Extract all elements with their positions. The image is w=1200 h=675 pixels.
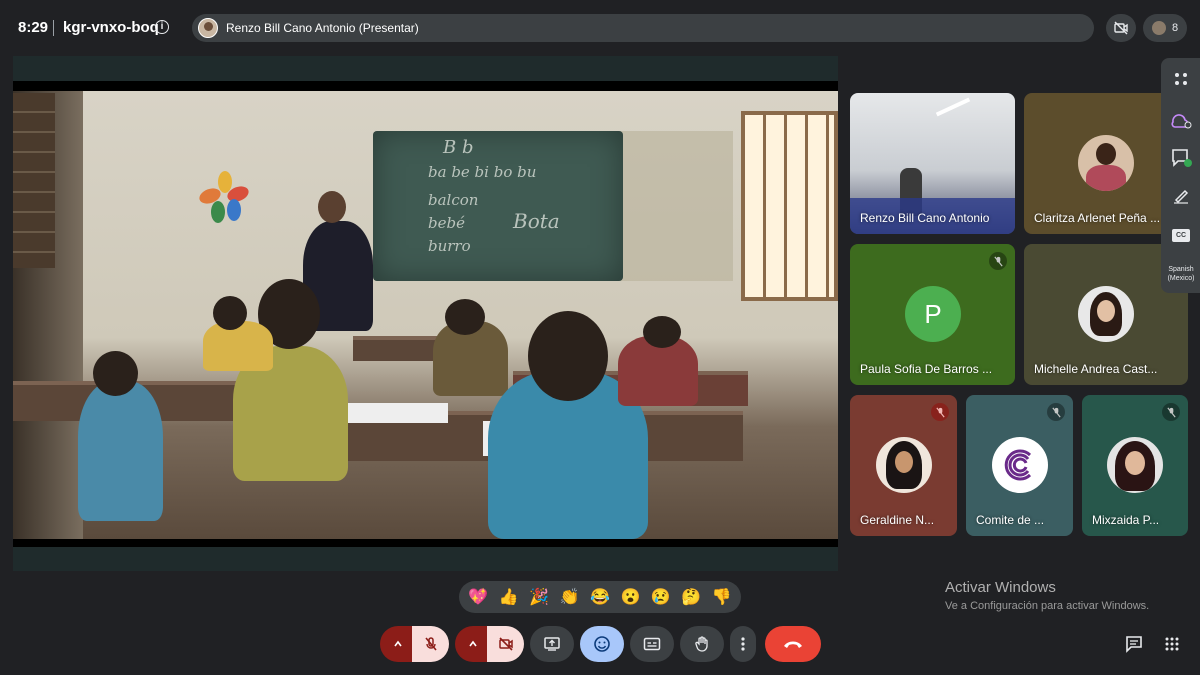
camera-toggle-button[interactable] xyxy=(487,626,524,662)
smiley-icon xyxy=(594,636,610,652)
presenter-label: Renzo Bill Cano Antonio (Presentar) xyxy=(226,21,419,35)
blackboard: B b ba be bi bo bu balcon bebé burro Bot… xyxy=(373,131,623,281)
header-divider xyxy=(53,20,54,36)
hang-up-icon xyxy=(784,641,802,648)
activation-watermark-subtitle: Ve a Configuración para activar Windows. xyxy=(945,600,1150,612)
apps-grid-icon xyxy=(1165,637,1179,651)
pen-icon[interactable] xyxy=(1170,184,1192,206)
participant-avatar xyxy=(1078,286,1134,342)
participant-name: Comite de ... xyxy=(976,513,1045,527)
crying-reaction[interactable]: 😢 xyxy=(648,587,674,607)
thinking-reaction[interactable]: 🤔 xyxy=(678,587,704,607)
more-vert-icon xyxy=(741,637,745,651)
muted-mic-icon xyxy=(989,252,1007,270)
info-icon[interactable]: i xyxy=(155,20,169,34)
raise-hand-button[interactable] xyxy=(680,626,724,662)
thumbs-up-reaction[interactable]: 👍 xyxy=(496,587,522,607)
participant-name: Michelle Andrea Cast... xyxy=(1034,362,1158,376)
mic-toggle-button[interactable] xyxy=(412,626,449,662)
more-options-button[interactable] xyxy=(730,626,756,662)
camera-off-icon xyxy=(1114,21,1128,35)
activation-watermark-title: Activar Windows xyxy=(945,579,1056,596)
logo-icon xyxy=(1004,449,1032,481)
participant-tile[interactable]: Geraldine N... xyxy=(850,395,957,536)
side-panel: CC Spanish (Mexico) xyxy=(1161,58,1200,293)
video-options-button[interactable] xyxy=(455,626,491,662)
participant-avatar: P xyxy=(905,286,961,342)
clock-time: 8:29 xyxy=(18,19,49,36)
leave-call-button[interactable] xyxy=(765,626,821,662)
participant-name: Paula Sofia De Barros ... xyxy=(860,362,993,376)
presenter-avatar xyxy=(198,18,218,38)
chevron-up-icon xyxy=(394,640,402,647)
closed-captions-icon xyxy=(643,637,661,651)
present-screen-button[interactable] xyxy=(530,626,574,662)
participant-name: Claritza Arlenet Peña ... xyxy=(1034,211,1161,225)
weather-icon[interactable] xyxy=(1170,108,1192,130)
camera-off-icon xyxy=(498,637,513,651)
captions-icon[interactable]: CC xyxy=(1170,224,1192,246)
participant-count: 8 xyxy=(1171,22,1179,34)
participant-tile[interactable]: P Paula Sofia De Barros ... xyxy=(850,244,1015,385)
reactions-button[interactable] xyxy=(580,626,624,662)
participant-avatar xyxy=(1078,135,1134,191)
participant-name: Mixzaida P... xyxy=(1092,513,1160,527)
participants-button[interactable]: 8 xyxy=(1143,14,1187,42)
student xyxy=(203,321,273,371)
participant-tile[interactable]: Comite de ... xyxy=(966,395,1073,536)
thumbs-down-reaction[interactable]: 👎 xyxy=(709,587,735,607)
apps-icon[interactable] xyxy=(1170,68,1192,90)
present-to-all-icon xyxy=(544,637,560,651)
muted-mic-icon xyxy=(1162,403,1180,421)
chevron-up-icon xyxy=(469,640,477,647)
chat-icon xyxy=(1126,636,1142,653)
hide-self-view-button[interactable] xyxy=(1106,14,1136,42)
shared-screen[interactable]: B b ba be bi bo bu balcon bebé burro Bot… xyxy=(13,81,838,547)
paper-flower xyxy=(197,171,251,231)
caption-language[interactable]: Spanish (Mexico) xyxy=(1163,265,1199,283)
meeting-code: kgr-vnxo-boq xyxy=(63,19,159,36)
student xyxy=(78,381,163,521)
laughing-reaction[interactable]: 😂 xyxy=(587,587,613,607)
reactions-bar: 💖 👍 🎉 👏 😂 😮 😢 🤔 👎 xyxy=(459,581,741,613)
participant-avatar xyxy=(876,437,932,493)
activities-button[interactable] xyxy=(1162,634,1182,654)
clapping-reaction[interactable]: 👏 xyxy=(557,587,583,607)
muted-mic-icon xyxy=(1047,403,1065,421)
participant-tile[interactable]: Mixzaida P... xyxy=(1082,395,1188,536)
participant-name: Renzo Bill Cano Antonio xyxy=(860,211,990,225)
sparkling-heart-reaction[interactable]: 💖 xyxy=(465,587,491,607)
surprised-reaction[interactable]: 😮 xyxy=(617,587,643,607)
organization-logo-avatar xyxy=(992,437,1048,493)
participant-name: Geraldine N... xyxy=(860,513,935,527)
captions-button[interactable] xyxy=(630,626,674,662)
chat-button[interactable] xyxy=(1124,634,1144,654)
party-popper-reaction[interactable]: 🎉 xyxy=(526,587,552,607)
classroom-image: B b ba be bi bo bu balcon bebé burro Bot… xyxy=(13,91,838,539)
desk xyxy=(353,336,443,361)
presenter-banner[interactable]: Renzo Bill Cano Antonio (Presentar) xyxy=(192,14,1094,42)
muted-mic-icon xyxy=(931,403,949,421)
participant-tile[interactable]: Renzo Bill Cano Antonio xyxy=(850,93,1015,234)
audio-options-button[interactable] xyxy=(380,626,416,662)
classroom-window xyxy=(741,111,838,301)
mic-off-icon xyxy=(424,637,437,651)
participants-avatar-icon xyxy=(1151,21,1166,35)
chat-bubble-icon[interactable] xyxy=(1170,146,1192,168)
participant-avatar xyxy=(1107,437,1163,493)
hand-icon xyxy=(695,636,708,652)
